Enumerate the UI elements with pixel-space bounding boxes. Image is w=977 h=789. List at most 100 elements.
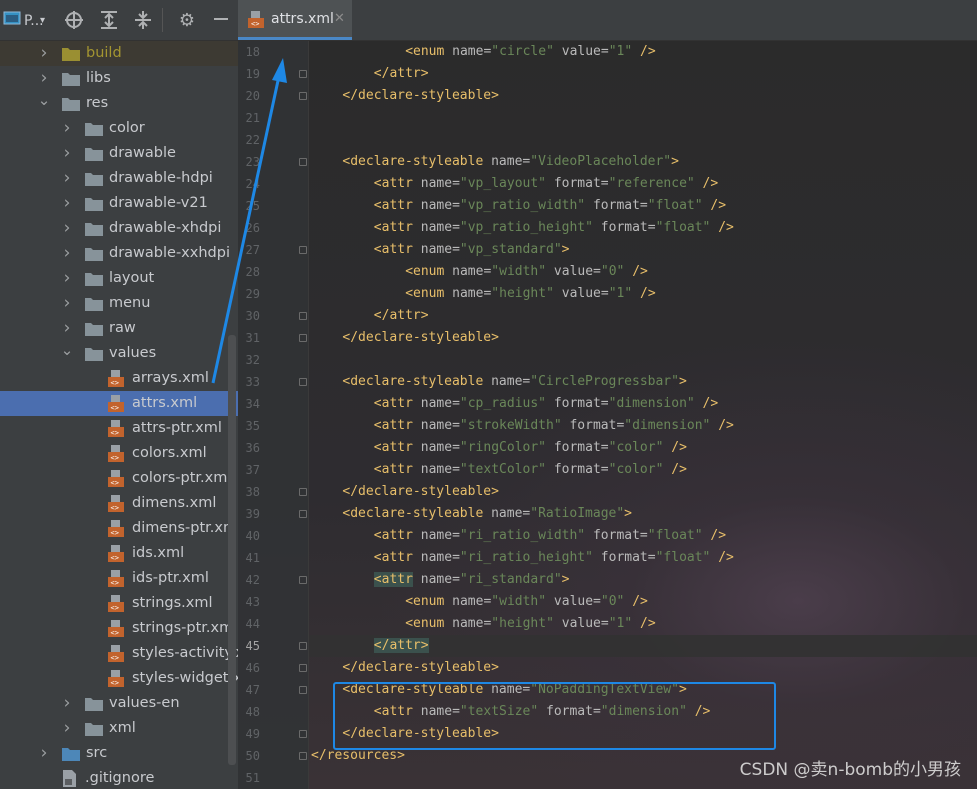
- code-line[interactable]: <enum name="width" value="0" />: [405, 591, 648, 613]
- code-line[interactable]: </attr>: [374, 63, 429, 85]
- tree-item[interactable]: <> dimens.xml: [0, 491, 238, 516]
- chevron-right-icon[interactable]: ›: [60, 716, 74, 741]
- tree-item[interactable]: ⌄ values: [0, 341, 238, 366]
- locate-icon[interactable]: [63, 10, 85, 32]
- tree-item[interactable]: › build: [0, 41, 238, 66]
- chevron-right-icon[interactable]: ›: [60, 316, 74, 341]
- tree-item[interactable]: › drawable-xhdpi: [0, 216, 238, 241]
- expand-all-icon[interactable]: [98, 10, 120, 32]
- code-line[interactable]: <attr name="vp_standard">: [374, 239, 570, 261]
- tree-item[interactable]: <> ids-ptr.xml: [0, 566, 238, 591]
- chevron-down-icon[interactable]: ⌄: [60, 341, 74, 366]
- code-line[interactable]: <attr name="ringColor" format="color" />: [374, 437, 687, 459]
- fold-marker[interactable]: [299, 664, 307, 672]
- tree-item[interactable]: <> arrays.xml: [0, 366, 238, 391]
- code-line[interactable]: <attr name="vp_ratio_width" format="floa…: [374, 195, 726, 217]
- fold-marker[interactable]: [299, 510, 307, 518]
- chevron-right-icon[interactable]: ›: [60, 141, 74, 166]
- code-line[interactable]: <enum name="circle" value="1" />: [405, 41, 656, 63]
- code-line[interactable]: <attr name="ri_ratio_height" format="flo…: [374, 547, 734, 569]
- tree-item[interactable]: › src: [0, 741, 238, 766]
- tree-item[interactable]: › color: [0, 116, 238, 141]
- code-line[interactable]: <declare-styleable name="RatioImage">: [342, 503, 632, 525]
- code-token: <attr: [373, 550, 421, 565]
- fold-marker[interactable]: [299, 312, 307, 320]
- tree-item[interactable]: <> styles-activity.xn: [0, 641, 238, 666]
- hide-icon[interactable]: [210, 10, 232, 32]
- code-line[interactable]: </attr>: [373, 635, 429, 657]
- chevron-right-icon[interactable]: ›: [37, 66, 51, 91]
- chevron-down-icon[interactable]: ⌄: [37, 91, 51, 116]
- tree-item[interactable]: › drawable-v21: [0, 191, 238, 216]
- code-line[interactable]: </declare-styleable>: [342, 85, 499, 107]
- code-line[interactable]: <attr name="ri_standard">: [373, 569, 569, 591]
- tree-item[interactable]: › drawable: [0, 141, 238, 166]
- scrollbar[interactable]: [228, 335, 236, 765]
- xml-file-icon: <>: [108, 444, 124, 462]
- code-editor[interactable]: 18 19 20 21 22 23 24 25 26 27 28 29 30 31 32 33 34 35 36 37…: [238, 41, 977, 789]
- code-line[interactable]: <enum name="height" value="1" />: [405, 283, 656, 305]
- tab-attrs-xml[interactable]: <> attrs.xml ✕: [238, 0, 352, 40]
- tree-item[interactable]: › drawable-xxhdpi: [0, 241, 238, 266]
- tree-item[interactable]: › raw: [0, 316, 238, 341]
- code-line[interactable]: <attr name="strokeWidth" format="dimensi…: [374, 415, 734, 437]
- code-line[interactable]: <attr name="vp_ratio_height" format="flo…: [374, 217, 734, 239]
- tree-item[interactable]: <> styles-widget.xn: [0, 666, 238, 691]
- chevron-right-icon[interactable]: ›: [60, 691, 74, 716]
- code-line[interactable]: </attr>: [374, 305, 429, 327]
- close-icon[interactable]: ✕: [334, 0, 345, 38]
- fold-marker[interactable]: [299, 488, 307, 496]
- chevron-right-icon[interactable]: ›: [60, 241, 74, 266]
- tree-item[interactable]: ⌄ res: [0, 91, 238, 116]
- tree-item[interactable]: <> dimens-ptr.xml: [0, 516, 238, 541]
- code-line[interactable]: </declare-styleable>: [342, 481, 499, 503]
- chevron-right-icon[interactable]: ›: [37, 41, 51, 66]
- fold-marker[interactable]: [299, 92, 307, 100]
- code-line[interactable]: <attr name="ri_ratio_width" format="floa…: [374, 525, 726, 547]
- tree-item[interactable]: <> attrs.xml: [0, 391, 238, 416]
- code-line[interactable]: <declare-styleable name="CircleProgressb…: [342, 371, 686, 393]
- project-icon[interactable]: [2, 9, 22, 31]
- fold-marker[interactable]: [299, 730, 307, 738]
- gear-icon[interactable]: ⚙: [176, 10, 198, 32]
- code-line[interactable]: <declare-styleable name="VideoPlaceholde…: [342, 151, 679, 173]
- tree-item[interactable]: <> strings.xml: [0, 591, 238, 616]
- code-line[interactable]: </declare-styleable>: [342, 657, 499, 679]
- fold-marker[interactable]: [299, 576, 307, 584]
- chevron-right-icon[interactable]: ›: [60, 266, 74, 291]
- collapse-all-icon[interactable]: [132, 10, 154, 32]
- code-line[interactable]: <enum name="height" value="1" />: [405, 613, 656, 635]
- chevron-down-icon[interactable]: ▾: [40, 10, 45, 32]
- tree-item[interactable]: <> colors-ptr.xml: [0, 466, 238, 491]
- tree-item[interactable]: › layout: [0, 266, 238, 291]
- code-line[interactable]: <attr name="cp_radius" format="dimension…: [374, 393, 718, 415]
- fold-marker[interactable]: [299, 686, 307, 694]
- chevron-right-icon[interactable]: ›: [60, 166, 74, 191]
- tree-item[interactable]: <> attrs-ptr.xml: [0, 416, 238, 441]
- chevron-right-icon[interactable]: ›: [60, 191, 74, 216]
- code-line[interactable]: </declare-styleable>: [342, 327, 499, 349]
- chevron-right-icon[interactable]: ›: [60, 116, 74, 141]
- fold-marker[interactable]: [299, 334, 307, 342]
- fold-marker[interactable]: [299, 246, 307, 254]
- code-line[interactable]: <enum name="width" value="0" />: [405, 261, 648, 283]
- fold-marker[interactable]: [299, 378, 307, 386]
- tree-item[interactable]: <> colors.xml: [0, 441, 238, 466]
- tree-item[interactable]: › drawable-hdpi: [0, 166, 238, 191]
- tree-item[interactable]: › menu: [0, 291, 238, 316]
- chevron-right-icon[interactable]: ›: [60, 216, 74, 241]
- tree-item[interactable]: › libs: [0, 66, 238, 91]
- fold-marker[interactable]: [299, 158, 307, 166]
- code-line[interactable]: <attr name="textColor" format="color" />: [374, 459, 687, 481]
- tree-item[interactable]: › xml: [0, 716, 238, 741]
- fold-marker[interactable]: [299, 70, 307, 78]
- tree-item[interactable]: <> strings-ptr.xml: [0, 616, 238, 641]
- tree-item[interactable]: › values-en: [0, 691, 238, 716]
- fold-marker[interactable]: [299, 752, 307, 760]
- chevron-right-icon[interactable]: ›: [60, 291, 74, 316]
- tree-item[interactable]: <> ids.xml: [0, 541, 238, 566]
- chevron-right-icon[interactable]: ›: [37, 741, 51, 766]
- code-line[interactable]: <attr name="vp_layout" format="reference…: [374, 173, 718, 195]
- fold-marker[interactable]: [299, 642, 307, 650]
- tree-item[interactable]: .gitignore: [0, 766, 238, 789]
